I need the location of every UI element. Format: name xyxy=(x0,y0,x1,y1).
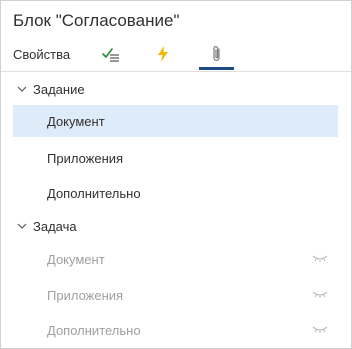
checklist-icon xyxy=(102,48,119,62)
tab-actions[interactable] xyxy=(149,39,177,69)
chevron-down-icon xyxy=(17,223,27,229)
list-item-additional[interactable]: Дополнительно xyxy=(13,177,338,209)
tab-attachments[interactable] xyxy=(199,39,234,70)
list-item-label: Дополнительно xyxy=(47,185,141,201)
group-zadacha[interactable]: Задача xyxy=(17,215,77,237)
list-item-document[interactable]: Документ xyxy=(13,243,338,275)
block-properties-panel: Блок "Согласование" Свойства Задание Док… xyxy=(0,0,352,349)
group-label: Задача xyxy=(33,218,77,234)
tab-properties[interactable]: Свойства xyxy=(13,39,73,69)
list-item-label: Документ xyxy=(47,113,105,129)
list-item-additional[interactable]: Дополнительно xyxy=(13,314,338,346)
list-item-attachments[interactable]: Приложения xyxy=(13,142,338,174)
list-item-label: Приложения xyxy=(47,150,124,166)
chevron-down-icon xyxy=(17,86,27,92)
group-label: Задание xyxy=(33,81,85,97)
list-item-attachments[interactable]: Приложения xyxy=(13,279,338,311)
list-item-label: Дополнительно xyxy=(47,322,141,338)
list-item-label: Приложения xyxy=(47,287,124,303)
eye-hidden-icon[interactable] xyxy=(312,253,328,263)
paperclip-icon xyxy=(212,46,220,62)
tab-bar: Свойства xyxy=(1,39,351,71)
tab-checklist[interactable] xyxy=(97,39,125,69)
lightning-icon xyxy=(158,46,168,62)
panel-title: Блок "Согласование" xyxy=(13,11,180,30)
tabs-divider xyxy=(1,71,351,72)
eye-hidden-icon[interactable] xyxy=(312,324,328,334)
tab-properties-label: Свойства xyxy=(13,46,71,62)
group-zadanie[interactable]: Задание xyxy=(17,78,85,100)
eye-hidden-icon[interactable] xyxy=(312,289,328,299)
list-item-document[interactable]: Документ xyxy=(13,105,338,137)
list-item-label: Документ xyxy=(47,251,105,267)
